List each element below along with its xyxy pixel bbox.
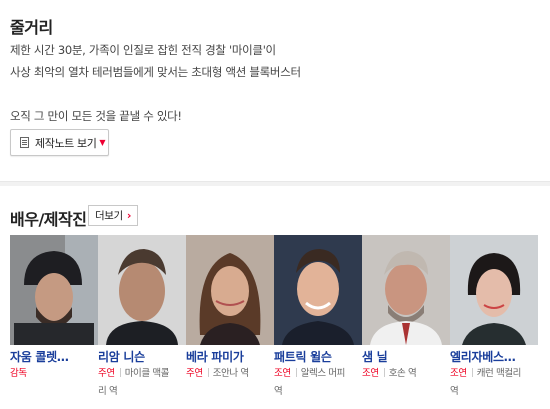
caret-down-icon: ▼ (99, 138, 106, 147)
person-name[interactable]: 엘리자베스… (450, 348, 536, 365)
person-name[interactable]: 패트릭 윌슨 (274, 348, 360, 365)
cast-item[interactable]: 리암 니슨 주연 마이클 맥콜 리 역 (98, 235, 186, 401)
person-character: 호손 역 (388, 368, 417, 379)
cast-heading: 배우/제작진 (10, 210, 87, 229)
separator (207, 368, 209, 377)
story-line (10, 83, 540, 105)
cast-item[interactable]: 자움 콜렛… 감독 (10, 235, 98, 401)
person-character-cont: 역 (450, 386, 459, 397)
person-photo[interactable] (186, 235, 274, 345)
person-role: 조연 (362, 368, 379, 379)
person-character: 캐런 맥컬리 (476, 368, 522, 379)
cast-item[interactable]: 엘리자베스… 조연 캐런 맥컬리 역 (450, 235, 538, 401)
person-photo[interactable] (362, 235, 450, 345)
person-photo[interactable] (450, 235, 538, 345)
person-character: 조안나 역 (212, 368, 249, 379)
story-line: 오직 그 만이 모든 것을 끝낼 수 있다! (10, 109, 182, 123)
chevron-right-icon: › (126, 209, 132, 222)
separator (295, 368, 297, 377)
production-note-label: 제작노트 보기 (35, 136, 97, 150)
separator (383, 368, 385, 377)
person-name[interactable]: 자움 콜렛… (10, 348, 96, 365)
person-photo[interactable] (98, 235, 186, 345)
person-role: 주연 (98, 368, 115, 379)
story-line: 제한 시간 30분, 가족이 인질로 잡힌 전직 경찰 '마이클'이 (10, 43, 276, 57)
person-role: 조연 (274, 368, 291, 379)
person-character: 알렉스 머피 (300, 368, 346, 379)
story-line: 사상 최악의 열차 테러범들에게 맞서는 초대형 액션 블록버스터 (10, 65, 301, 79)
person-photo[interactable] (10, 235, 98, 345)
person-role: 주연 (186, 368, 203, 379)
document-icon (20, 137, 29, 148)
person-character-cont: 역 (274, 386, 283, 397)
section-divider (0, 181, 550, 186)
cast-item[interactable]: 패트릭 윌슨 조연 알렉스 머피 역 (274, 235, 362, 401)
person-name[interactable]: 베라 파미가 (186, 348, 272, 365)
person-name[interactable]: 리암 니슨 (98, 348, 184, 365)
separator (119, 368, 121, 377)
cast-list: 자움 콜렛… 감독 리암 니슨 주연 마이클 맥콜 리 역 베라 파미가 주연 … (10, 235, 538, 401)
cast-item[interactable]: 베라 파미가 주연 조안나 역 (186, 235, 274, 401)
person-character: 마이클 맥콜 (124, 368, 170, 379)
separator (471, 368, 473, 377)
production-note-button[interactable]: 제작노트 보기 ▼ (10, 129, 109, 156)
story-text: 제한 시간 30분, 가족이 인질로 잡힌 전직 경찰 '마이클'이 사상 최악… (10, 39, 540, 127)
person-role: 조연 (450, 368, 467, 379)
story-heading: 줄거리 (10, 18, 53, 37)
more-label: 더보기 (95, 210, 123, 222)
person-photo[interactable] (274, 235, 362, 345)
person-role: 감독 (10, 368, 27, 379)
person-character-cont: 리 역 (98, 386, 118, 397)
person-name[interactable]: 샘 닐 (362, 348, 448, 365)
more-button[interactable]: 더보기 › (88, 205, 138, 226)
cast-item[interactable]: 샘 닐 조연 호손 역 (362, 235, 450, 401)
